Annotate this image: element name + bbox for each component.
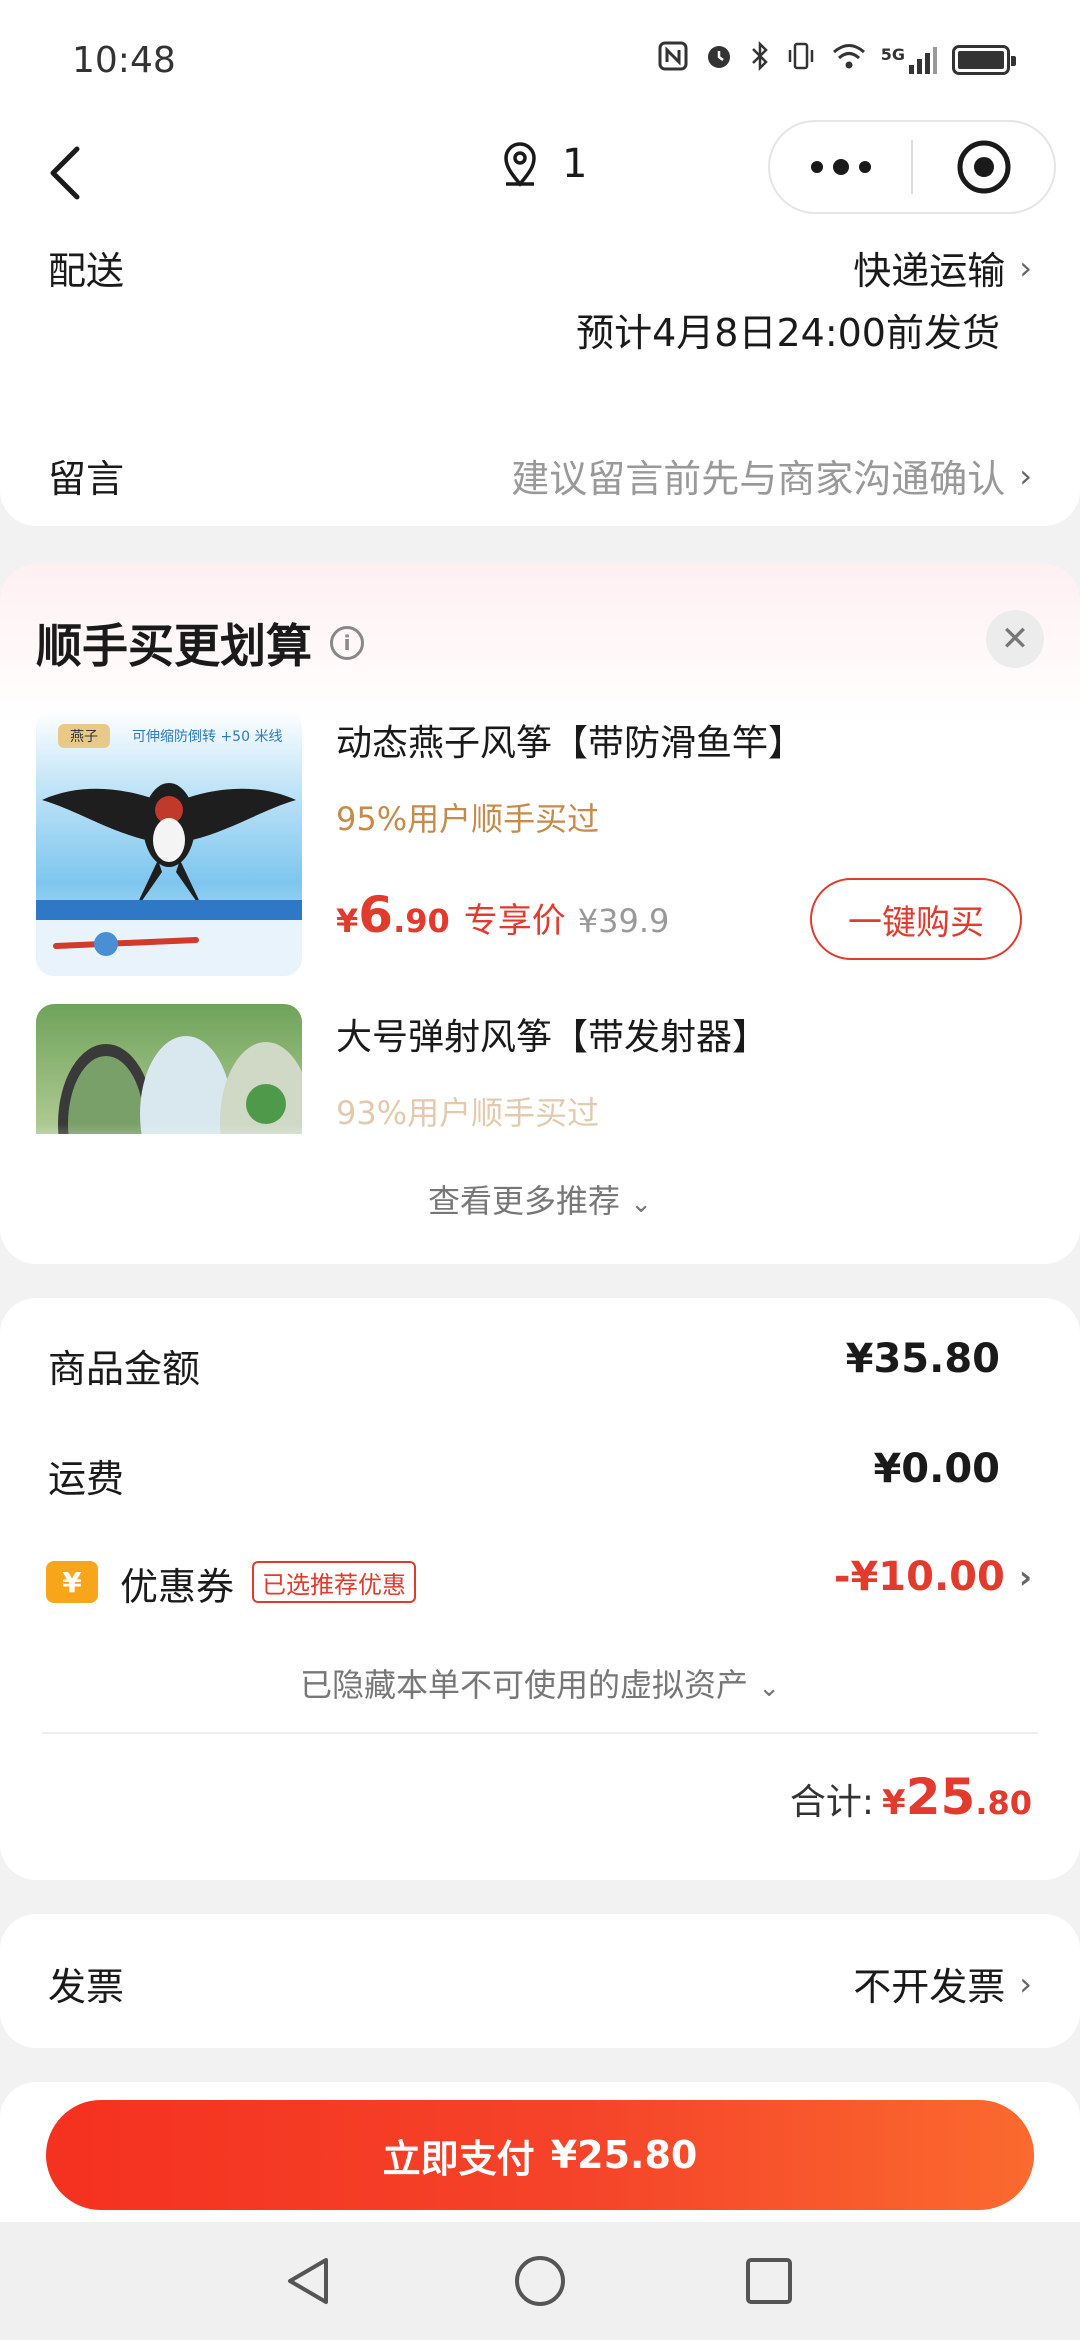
hidden-assets-toggle[interactable]: 已隐藏本单不可使用的虚拟资产 ⌄	[0, 1660, 1080, 1706]
info-icon[interactable]: i	[330, 626, 364, 660]
product-sold-rate: 95%用户顺手买过	[336, 800, 600, 838]
message-input[interactable]: 建议留言前先与商家沟通确认 ›	[511, 448, 1032, 503]
location-pin-icon	[504, 142, 536, 187]
total-decimal: .80	[975, 1784, 1032, 1822]
back-button[interactable]	[30, 138, 100, 208]
product-name: 大号弹射风筝【带发射器】	[336, 1017, 769, 1058]
alarm-icon	[703, 40, 735, 80]
one-click-buy-button[interactable]: 一键购买	[810, 878, 1022, 960]
message-label: 留言	[48, 457, 125, 501]
delivery-method-selector[interactable]: 快递运输 ›	[853, 240, 1032, 295]
product-price: ¥ 6 .90 专享价 ¥39.9	[336, 886, 669, 944]
back-arrow-icon	[50, 146, 80, 200]
recommend-product[interactable]: 燕子 可伸缩防倒转 +50 米线 动态燕子风筝【带防滑鱼竿】 95%用户顺手买过…	[36, 710, 1046, 976]
address-indicator[interactable]: 1	[500, 140, 587, 188]
recommend-card: 顺手买更划算 i ✕ 燕子 可伸缩防倒转 +50 米线 动态燕子风筝【带防滑鱼竿…	[0, 564, 1080, 1264]
chevron-right-icon: ›	[1019, 1964, 1032, 2003]
original-price: ¥39.9	[577, 902, 670, 940]
coupon-selector[interactable]: -¥10.00 ›	[834, 1554, 1032, 1600]
status-bar: 10:48 5G	[0, 0, 1080, 120]
coupon-label: 优惠券	[120, 1565, 235, 1609]
more-options-button[interactable]	[770, 122, 911, 212]
delivery-method: 快递运输	[853, 249, 1006, 293]
product-thumbnail[interactable]	[36, 1004, 302, 1134]
message-placeholder: 建议留言前先与商家沟通确认	[511, 457, 1006, 501]
price-yen: ¥	[336, 902, 359, 940]
recommend-header: 顺手买更划算 i	[36, 610, 364, 676]
product-name: 动态燕子风筝【带防滑鱼竿】	[336, 723, 805, 764]
delivery-card: 配送 快递运输 › 预计4月8日24:00前发货 留言 建议留言前先与商家沟通确…	[0, 230, 1080, 526]
network-type: 5G	[880, 45, 905, 64]
more-recommend-link[interactable]: 查看更多推荐 ⌄	[0, 1176, 1080, 1222]
system-nav-bar	[0, 2222, 1080, 2340]
chevron-down-icon: ⌄	[630, 1189, 652, 1219]
total-yen: ¥	[882, 1783, 906, 1823]
hidden-assets-label: 已隐藏本单不可使用的虚拟资产	[300, 1666, 749, 1704]
pay-now-label: 立即支付	[382, 2136, 535, 2181]
close-icon: ✕	[1000, 619, 1030, 659]
price-tag: 专享价	[463, 901, 566, 941]
system-back-button[interactable]	[274, 2246, 344, 2316]
invoice-label: 发票	[48, 1965, 125, 2009]
mini-program-capsule	[768, 120, 1056, 214]
location-count: 1	[562, 141, 588, 187]
fade-overlay	[0, 1124, 1080, 1184]
wifi-icon	[831, 41, 867, 79]
system-recents-button[interactable]	[734, 2246, 804, 2316]
bottom-pay-bar: 立即支付 ¥25.80	[0, 2082, 1080, 2222]
nav-bar: 1	[0, 120, 1080, 230]
bluetooth-icon	[749, 40, 771, 80]
product-thumbnail[interactable]: 燕子 可伸缩防倒转 +50 米线	[36, 710, 302, 976]
pay-now-amount: ¥25.80	[550, 2133, 698, 2177]
vibrate-icon	[785, 40, 817, 80]
chevron-right-icon: ›	[1018, 1558, 1032, 1596]
close-mini-program-button[interactable]	[913, 122, 1054, 212]
signal-icon: 5G	[881, 45, 938, 75]
invoice-value: 不开发票	[853, 1965, 1006, 2009]
delivery-estimate: 预计4月8日24:00前发货	[576, 311, 1000, 355]
total-label: 合计:	[789, 1782, 875, 1823]
chevron-down-icon: ⌄	[758, 1673, 780, 1703]
close-recommend-button[interactable]: ✕	[986, 610, 1044, 668]
chevron-right-icon: ›	[1019, 248, 1032, 287]
catapult-kite-image	[58, 1036, 302, 1134]
invoice-selector[interactable]: 不开发票 ›	[853, 1956, 1032, 2011]
price-decimal: .90	[393, 902, 450, 940]
square-recents-icon	[746, 2258, 792, 2304]
status-time: 10:48	[72, 39, 176, 81]
coupon-badge: 已选推荐优惠	[252, 1561, 416, 1603]
invoice-card: 发票 不开发票 ›	[0, 1914, 1080, 2048]
price-integer: 6	[358, 886, 394, 944]
circle-home-icon	[515, 2256, 565, 2306]
goods-amount-value: ¥35.80	[845, 1336, 1000, 1382]
order-total: 合计: ¥ 25 .80	[790, 1768, 1032, 1826]
swallow-kite-image	[36, 783, 302, 976]
nfc-icon	[657, 40, 689, 80]
target-close-icon	[957, 140, 1010, 194]
coupon-icon: ¥	[46, 1561, 98, 1603]
coupon-value: -¥10.00	[833, 1554, 1005, 1600]
battery-icon	[952, 45, 1016, 75]
divider	[42, 1732, 1038, 1734]
more-dots-icon	[810, 159, 871, 175]
recommend-title: 顺手买更划算	[36, 619, 312, 673]
total-integer: 25	[905, 1768, 976, 1826]
delivery-label: 配送	[48, 249, 125, 293]
triangle-back-icon	[288, 2258, 328, 2304]
pay-now-button[interactable]: 立即支付 ¥25.80	[46, 2100, 1034, 2210]
recommend-product[interactable]: 大号弹射风筝【带发射器】 93%用户顺手买过	[36, 1004, 1046, 1134]
shipping-label: 运费	[48, 1457, 125, 1501]
system-home-button[interactable]	[505, 2246, 575, 2316]
more-recommend-label: 查看更多推荐	[428, 1182, 621, 1220]
chevron-right-icon: ›	[1019, 456, 1032, 495]
price-summary-card: 商品金额 ¥35.80 运费 ¥0.00 ¥ 优惠券 已选推荐优惠 -¥10.0…	[0, 1298, 1080, 1880]
shipping-value: ¥0.00	[873, 1446, 1000, 1492]
goods-amount-label: 商品金额	[48, 1347, 201, 1391]
status-icons: 5G	[657, 40, 1016, 80]
